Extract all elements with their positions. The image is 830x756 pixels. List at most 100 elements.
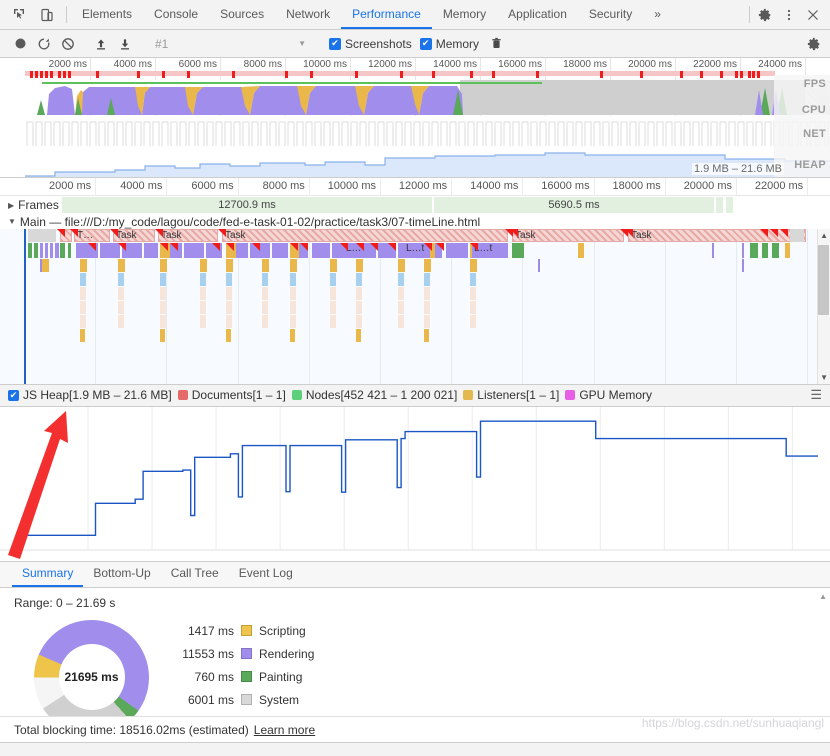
more-options-icon[interactable] [778, 4, 800, 26]
flame-event-bar[interactable] [40, 243, 43, 258]
flame-event-bar[interactable] [356, 259, 363, 272]
frames-track[interactable]: ▶ Frames 12700.9 ms 5690.5 ms [0, 196, 830, 214]
warning-triangle-icon[interactable] [290, 243, 298, 251]
flame-event-bar[interactable] [272, 243, 288, 258]
flame-event-bar[interactable] [262, 259, 269, 272]
flame-event-bar[interactable] [80, 259, 87, 272]
flame-event-bar[interactable] [200, 259, 207, 272]
warning-triangle-icon[interactable] [470, 243, 478, 251]
warning-triangle-icon[interactable] [160, 243, 168, 251]
legend-row-scripting[interactable]: 1417 ms Scripting [168, 624, 314, 638]
warning-triangle-icon[interactable] [70, 229, 78, 237]
flame-event-bar[interactable] [398, 287, 404, 300]
flame-event-bar[interactable] [226, 301, 232, 314]
legend-nodes[interactable]: Nodes[452 421 – 1 200 021] [291, 388, 457, 402]
flame-event-bar[interactable] [424, 259, 431, 272]
legend-gpu-memory[interactable]: GPU Memory [565, 388, 652, 402]
tab-security[interactable]: Security [578, 0, 643, 29]
frame-block[interactable] [716, 197, 723, 213]
flame-event-bar[interactable] [762, 243, 768, 258]
tab-performance[interactable]: Performance [341, 0, 432, 29]
warning-triangle-icon[interactable] [218, 229, 226, 237]
scroll-down-icon[interactable]: ▼ [820, 373, 828, 382]
flame-event-bar[interactable] [330, 315, 336, 328]
gear-icon[interactable] [754, 4, 776, 26]
flame-event-bar[interactable] [424, 329, 429, 342]
flame-event-bar[interactable] [290, 273, 296, 286]
warning-triangle-icon[interactable] [780, 229, 788, 237]
flame-event-bar[interactable] [226, 329, 231, 342]
flame-event-bar[interactable] [398, 259, 405, 272]
flame-event-bar[interactable] [28, 229, 56, 242]
warning-triangle-icon[interactable] [110, 229, 118, 237]
tab-console[interactable]: Console [143, 0, 209, 29]
flame-event-bar[interactable] [42, 259, 49, 272]
flame-event-bar[interactable] [290, 329, 295, 342]
flame-event-bar[interactable] [262, 315, 268, 328]
flame-event-bar[interactable] [80, 287, 86, 300]
legend-listeners[interactable]: Listeners[1 – 1] [463, 388, 559, 402]
tab-event-log[interactable]: Event Log [229, 562, 303, 587]
warning-triangle-icon[interactable] [436, 243, 444, 251]
flame-event-bar[interactable] [330, 273, 336, 286]
flame-event-bar[interactable] [356, 329, 361, 342]
flame-event-bar[interactable] [118, 301, 124, 314]
flame-event-bar[interactable] [470, 301, 476, 314]
flame-event-bar[interactable] [742, 243, 744, 258]
flame-event-bar[interactable] [290, 287, 296, 300]
reload-and-record-button[interactable] [32, 33, 56, 55]
flame-event-bar[interactable] [356, 273, 362, 286]
flame-event-bar[interactable] [118, 273, 124, 286]
flame-event-bar[interactable]: Task [113, 229, 155, 242]
tab-summary[interactable]: Summary [12, 562, 84, 587]
flame-event-bar[interactable] [226, 259, 233, 272]
flame-event-bar[interactable] [226, 315, 232, 328]
flame-event-bar[interactable] [785, 243, 790, 258]
flame-event-bar[interactable] [578, 243, 584, 258]
js-heap-graph[interactable] [0, 406, 830, 562]
legend-js-heap[interactable]: ✔ JS Heap[1.9 MB – 21.6 MB] [8, 388, 172, 402]
flame-event-bar[interactable] [160, 329, 165, 342]
flame-event-bar[interactable] [80, 329, 85, 342]
tab-memory[interactable]: Memory [432, 0, 497, 29]
timeline-overview[interactable]: 2000 ms 4000 ms 6000 ms 8000 ms 10000 ms 1200… [0, 58, 830, 178]
collect-garbage-icon[interactable] [484, 33, 508, 55]
flame-event-bar[interactable] [772, 243, 779, 258]
flame-event-bar[interactable] [160, 301, 166, 314]
learn-more-link[interactable]: Learn more [254, 723, 315, 737]
tab-call-tree[interactable]: Call Tree [161, 562, 229, 587]
flame-event-bar[interactable] [55, 243, 59, 258]
close-icon[interactable] [802, 4, 824, 26]
flame-event-bar[interactable] [262, 287, 268, 300]
warning-triangle-icon[interactable] [625, 229, 633, 237]
warning-triangle-icon[interactable] [340, 243, 348, 251]
flame-event-bar[interactable] [446, 243, 468, 258]
flame-event-bar[interactable] [262, 273, 268, 286]
flame-event-bar[interactable] [144, 243, 158, 258]
flame-event-bar[interactable] [80, 301, 86, 314]
flame-event-bar[interactable] [712, 243, 714, 258]
tab-more-button[interactable]: » [643, 0, 672, 29]
warning-triangle-icon[interactable] [370, 243, 378, 251]
tab-elements[interactable]: Elements [71, 0, 143, 29]
flame-event-bar[interactable] [50, 243, 53, 258]
flame-event-bar[interactable] [398, 315, 404, 328]
flame-event-bar[interactable] [470, 287, 476, 300]
flame-event-bar[interactable] [200, 287, 206, 300]
warning-triangle-icon[interactable] [57, 229, 65, 237]
flame-event-bar[interactable] [790, 229, 804, 242]
warning-triangle-icon[interactable] [88, 243, 96, 251]
flame-event-bar[interactable] [290, 301, 296, 314]
warning-triangle-icon[interactable] [356, 243, 364, 251]
flame-event-bar[interactable] [226, 287, 232, 300]
warning-triangle-icon[interactable] [226, 243, 234, 251]
warning-triangle-icon[interactable] [155, 229, 163, 237]
flame-chart[interactable]: ▲ ▼ T… Task Task Task Task Task L… L…t L…t [0, 229, 830, 385]
load-profile-icon[interactable] [89, 33, 113, 55]
flame-event-bar[interactable] [28, 243, 32, 258]
flame-event-bar[interactable] [184, 243, 204, 258]
flame-event-bar[interactable] [330, 287, 336, 300]
flame-event-bar[interactable] [356, 287, 362, 300]
frame-block[interactable]: 5690.5 ms [434, 197, 714, 213]
flame-event-bar[interactable] [34, 243, 38, 258]
